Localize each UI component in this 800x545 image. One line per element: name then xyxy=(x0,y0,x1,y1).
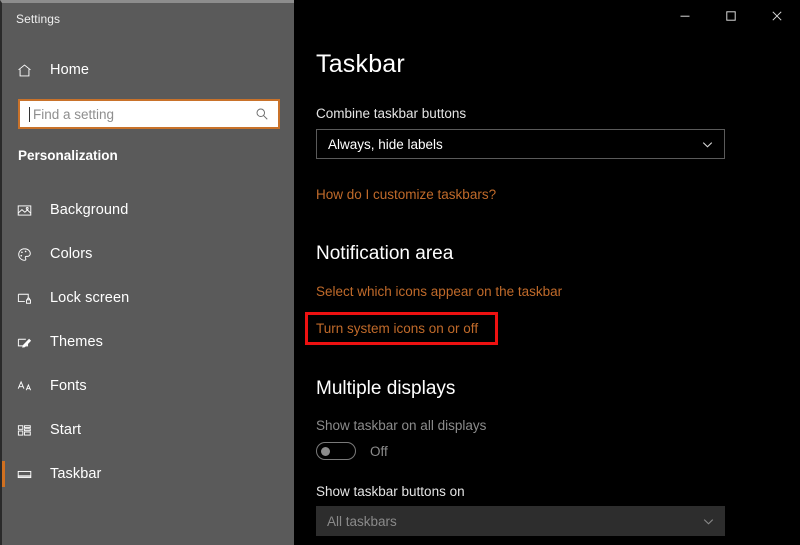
chevron-down-icon xyxy=(702,515,715,528)
search-icon[interactable] xyxy=(255,107,269,121)
toggle-state-label: Off xyxy=(370,443,388,459)
page-title: Taskbar xyxy=(316,50,405,78)
select-icons-link[interactable]: Select which icons appear on the taskbar xyxy=(316,284,562,299)
show-taskbar-buttons-on-dropdown[interactable]: All taskbars xyxy=(316,506,725,536)
fonts-icon xyxy=(16,378,42,395)
notification-area-heading: Notification area xyxy=(316,243,454,264)
combine-taskbar-buttons-label: Combine taskbar buttons xyxy=(316,106,467,121)
sidebar-item-label: Colors xyxy=(50,246,93,262)
palette-icon xyxy=(16,246,42,263)
sidebar-group-title: Personalization xyxy=(18,148,118,163)
combine-taskbar-buttons-dropdown[interactable]: Always, hide labels xyxy=(316,129,725,159)
close-button[interactable] xyxy=(754,0,800,32)
dropdown-value: All taskbars xyxy=(327,513,397,529)
show-taskbar-all-displays-toggle-row[interactable]: Off xyxy=(316,442,388,460)
taskbar-icon xyxy=(16,466,42,483)
dropdown-value: Always, hide labels xyxy=(328,136,443,152)
toggle-knob xyxy=(321,447,330,456)
customize-taskbars-link[interactable]: How do I customize taskbars? xyxy=(316,187,496,202)
navigation-sidebar: Settings Home Personalization xyxy=(0,0,294,545)
home-icon xyxy=(16,62,42,79)
sidebar-item-fonts[interactable]: Fonts xyxy=(2,369,296,403)
sidebar-item-home[interactable]: Home xyxy=(2,53,296,87)
sidebar-item-lock-screen[interactable]: Lock screen xyxy=(2,281,296,315)
sidebar-item-label: Start xyxy=(50,422,82,438)
search-box[interactable] xyxy=(18,99,280,129)
show-taskbar-buttons-on-label: Show taskbar buttons on xyxy=(316,484,465,499)
settings-window: Settings Home Personalization xyxy=(0,0,800,545)
sidebar-item-taskbar[interactable]: Taskbar xyxy=(2,457,296,491)
sidebar-item-colors[interactable]: Colors xyxy=(2,237,296,271)
lock-screen-icon xyxy=(16,290,42,307)
multiple-displays-heading: Multiple displays xyxy=(316,378,456,399)
themes-brush-icon xyxy=(16,334,42,351)
sidebar-item-label: Fonts xyxy=(50,378,87,394)
sidebar-item-label: Lock screen xyxy=(50,290,130,306)
sidebar-item-label: Taskbar xyxy=(50,466,102,482)
turn-system-icons-link[interactable]: Turn system icons on or off xyxy=(316,321,478,336)
sidebar-item-background[interactable]: Background xyxy=(2,193,296,227)
show-taskbar-all-displays-toggle[interactable] xyxy=(316,442,356,460)
picture-icon xyxy=(16,202,42,219)
settings-content-pane: Taskbar Combine taskbar buttons Always, … xyxy=(294,0,800,545)
start-grid-icon xyxy=(16,422,42,439)
app-title: Settings xyxy=(16,12,61,26)
search-input[interactable] xyxy=(30,101,255,127)
show-taskbar-all-displays-label: Show taskbar on all displays xyxy=(316,418,487,433)
sidebar-item-label: Themes xyxy=(50,334,103,350)
sidebar-item-themes[interactable]: Themes xyxy=(2,325,296,359)
minimize-button[interactable] xyxy=(662,0,708,32)
window-controls xyxy=(662,0,800,32)
sidebar-item-label: Background xyxy=(50,202,129,218)
maximize-button[interactable] xyxy=(708,0,754,32)
sidebar-item-start[interactable]: Start xyxy=(2,413,296,447)
chevron-down-icon xyxy=(701,138,714,151)
sidebar-item-label: Home xyxy=(50,62,90,78)
